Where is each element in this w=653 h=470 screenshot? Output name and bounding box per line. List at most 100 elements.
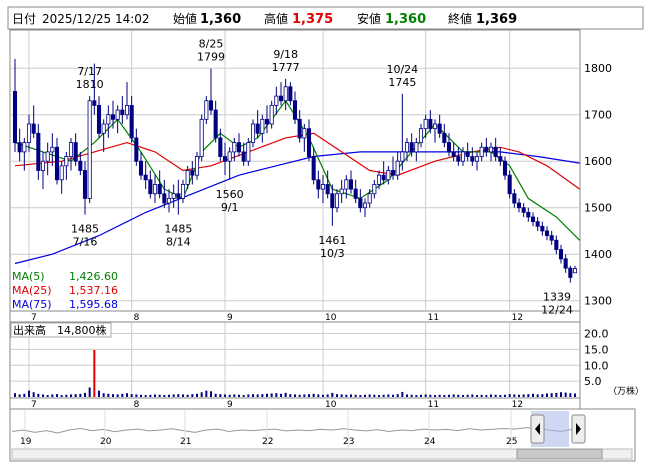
annotation-value: 1339 <box>543 291 571 304</box>
volume-bar <box>37 393 40 397</box>
annotation-date: 9/1 <box>221 201 239 214</box>
candle-body <box>507 174 512 195</box>
annotation-date: 10/3 <box>320 247 345 260</box>
volume-bar <box>280 393 282 397</box>
volume-label: 出来高 <box>13 323 46 337</box>
candle-body <box>400 151 405 162</box>
annotation-date: 10/24 <box>386 63 418 76</box>
candle-body <box>274 95 279 106</box>
candle-body <box>428 118 433 130</box>
volume-bar <box>448 394 450 397</box>
high-label: 高値 <box>264 11 288 26</box>
annotation-date: 9/18 <box>273 48 298 61</box>
candle-body <box>199 118 204 157</box>
candle-body <box>488 146 494 153</box>
volume-bar <box>88 387 91 397</box>
candle-body <box>222 156 228 162</box>
candle-body <box>148 179 153 195</box>
volume-bar <box>289 394 292 397</box>
candle-body <box>129 105 134 139</box>
candle-body <box>372 184 377 195</box>
candle-body <box>260 118 265 134</box>
volume-bar <box>317 394 320 397</box>
volume-bar <box>368 394 371 397</box>
candle-body <box>138 160 144 176</box>
volume-bar <box>284 392 287 397</box>
low-label: 安値 <box>357 11 381 26</box>
candle-body <box>36 132 41 171</box>
volume-bar <box>28 390 30 397</box>
volume-bar <box>84 392 86 397</box>
volume-bar <box>140 394 142 397</box>
volume-bar <box>191 394 194 397</box>
month-label: 7 <box>31 400 37 410</box>
volume-bar <box>177 394 180 397</box>
volume-bar <box>247 394 250 397</box>
volume-tick-label: 5.0 <box>584 375 602 388</box>
volume-bar <box>135 394 138 397</box>
volume-bar <box>205 390 208 397</box>
volume-bar <box>261 394 264 397</box>
volume-bar <box>163 395 166 397</box>
volume-bar <box>298 394 301 397</box>
candle-body <box>22 142 27 153</box>
candle-body <box>395 160 400 176</box>
volume-bar <box>359 395 362 397</box>
volume-month-strip <box>9 397 581 410</box>
volume-bar <box>406 394 408 397</box>
month-label: 12 <box>512 313 523 323</box>
candle-body <box>418 128 424 143</box>
volume-bar <box>564 392 567 397</box>
candle-body <box>348 179 354 190</box>
volume-tick-label: 10.0 <box>584 359 609 372</box>
volume-bar <box>70 394 72 397</box>
volume-bar <box>196 393 198 397</box>
candle-body <box>176 193 181 199</box>
volume-bar <box>490 394 492 397</box>
candle-body <box>40 160 46 171</box>
volume-bar <box>350 394 352 397</box>
volume-bar <box>494 394 497 397</box>
volume-bar <box>116 394 119 397</box>
candle-body <box>414 142 419 153</box>
candle-body <box>311 156 316 181</box>
candle-body <box>45 151 50 162</box>
volume-bar <box>154 394 156 397</box>
candle-body <box>344 179 349 190</box>
overview-label: 24 <box>424 437 436 447</box>
overview-label: 19 <box>20 437 32 447</box>
volume-bar <box>214 393 217 397</box>
volume-bar <box>518 394 520 397</box>
candle-body <box>409 142 414 153</box>
volume-bar <box>354 394 357 397</box>
volume-bar <box>541 394 544 397</box>
candle-body <box>325 184 330 195</box>
month-label: 12 <box>512 400 523 410</box>
candle-body <box>283 86 288 102</box>
candle-body <box>269 105 274 125</box>
legend-ma75-value: 1,595.68 <box>69 298 118 311</box>
volume-bar <box>121 393 124 397</box>
volume-bar <box>457 394 460 397</box>
candle-body <box>68 142 74 157</box>
volume-bar <box>396 394 399 397</box>
volume-bar <box>252 394 254 397</box>
candle-body <box>110 114 116 120</box>
volume-bar <box>130 394 133 397</box>
volume-bar <box>331 392 334 397</box>
month-label: 8 <box>134 400 140 410</box>
volume-bar <box>499 395 502 397</box>
candle-body <box>386 170 391 181</box>
overview-scrollbar-thumb[interactable] <box>516 448 603 460</box>
price-tick-label: 1300 <box>584 295 612 308</box>
candle-body <box>540 225 545 232</box>
candle-body <box>535 221 540 227</box>
candle-body <box>17 142 22 153</box>
candle-body <box>264 118 270 125</box>
candle-body <box>255 123 260 134</box>
candle-body <box>166 197 172 204</box>
candle-body <box>474 156 480 162</box>
candle-body <box>213 109 218 139</box>
volume-bar <box>233 394 236 397</box>
volume-bar <box>228 394 231 397</box>
